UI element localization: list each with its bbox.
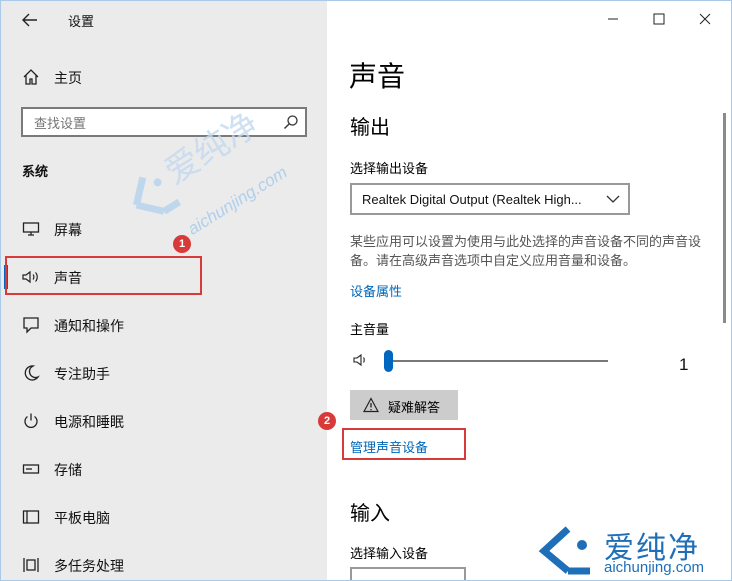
- output-heading: 输出: [350, 117, 390, 139]
- app-title: 设置: [68, 14, 95, 29]
- multitask-icon: [21, 555, 41, 575]
- sidebar-item-focus-assist[interactable]: 专注助手: [1, 349, 327, 397]
- output-device-dropdown[interactable]: Realtek Digital Output (Realtek High...: [350, 183, 630, 215]
- annotation-badge-1: 1: [173, 235, 191, 253]
- sidebar-item-label: 电源和睡眠: [54, 414, 124, 430]
- minimize-button[interactable]: [593, 5, 633, 33]
- back-arrow-icon: [22, 13, 37, 27]
- brand-watermark: 爱纯净 aichunjing.com: [536, 521, 730, 579]
- output-device-value: Realtek Digital Output (Realtek High...: [362, 192, 582, 207]
- volume-slider-thumb[interactable]: [384, 350, 394, 372]
- maximize-button[interactable]: [639, 5, 679, 33]
- brand-logo-icon: [538, 526, 590, 575]
- device-properties-link[interactable]: 设备属性: [350, 281, 402, 300]
- close-icon: [699, 13, 711, 25]
- sidebar-item-label: 通知和操作: [54, 318, 124, 334]
- sidebar: 设置 主页 系统 屏幕 声音: [1, 1, 327, 580]
- scrollbar[interactable]: [723, 113, 726, 323]
- back-button[interactable]: [15, 7, 45, 33]
- section-heading: 系统: [22, 164, 49, 179]
- sidebar-item-tablet[interactable]: 平板电脑: [1, 493, 327, 541]
- display-icon: [21, 219, 41, 239]
- close-button[interactable]: [685, 5, 725, 33]
- input-device-label: 选择输入设备: [350, 546, 429, 561]
- output-description: 某些应用可以设置为使用与此处选择的声音设备不同的声音设备。请在高级声音选项中自定…: [350, 234, 702, 268]
- sidebar-item-label: 屏幕: [54, 222, 82, 238]
- brand-url: aichunjing.com: [604, 559, 705, 576]
- sidebar-item-label: 主页: [54, 70, 82, 86]
- minimize-icon: [608, 18, 618, 20]
- input-heading: 输入: [350, 503, 390, 525]
- sidebar-item-multitasking[interactable]: 多任务处理: [1, 541, 327, 580]
- tablet-icon: [21, 507, 41, 527]
- sidebar-item-label: 存储: [54, 462, 82, 478]
- volume-slider-track[interactable]: [386, 360, 608, 362]
- sidebar-item-label: 专注助手: [54, 366, 110, 382]
- notification-icon: [21, 315, 41, 335]
- volume-value: 1: [679, 355, 689, 374]
- volume-icon[interactable]: [353, 353, 369, 367]
- sidebar-item-power-sleep[interactable]: 电源和睡眠: [1, 397, 327, 445]
- annotation-badge-2: 2: [318, 412, 336, 430]
- sidebar-item-label: 多任务处理: [54, 558, 124, 574]
- output-device-label: 选择输出设备: [350, 161, 429, 176]
- manage-highlight-box: [342, 428, 466, 460]
- warning-icon: [363, 397, 379, 413]
- storage-icon: [21, 459, 41, 479]
- master-volume-label: 主音量: [350, 322, 390, 337]
- sidebar-item-notifications[interactable]: 通知和操作: [1, 301, 327, 349]
- maximize-icon: [653, 13, 665, 25]
- home-icon: [21, 67, 41, 87]
- sidebar-item-storage[interactable]: 存储: [1, 445, 327, 493]
- moon-icon: [21, 363, 41, 383]
- input-device-dropdown[interactable]: [350, 567, 466, 580]
- sidebar-item-label: 平板电脑: [54, 510, 110, 526]
- troubleshoot-label: 疑难解答: [388, 400, 441, 415]
- troubleshoot-button[interactable]: 疑难解答: [350, 390, 458, 420]
- sound-highlight-box: [5, 256, 202, 295]
- settings-window: 设置 主页 系统 屏幕 声音: [0, 0, 732, 581]
- page-title: 声音: [349, 61, 406, 92]
- chevron-down-icon: [606, 195, 620, 203]
- power-icon: [21, 411, 41, 431]
